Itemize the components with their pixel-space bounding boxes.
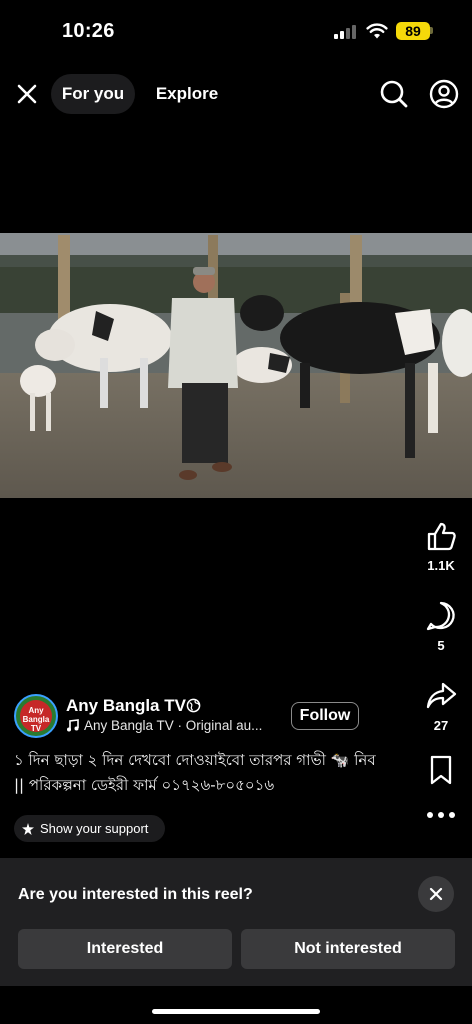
wifi-icon — [366, 23, 388, 39]
video-frame-image — [0, 233, 472, 498]
author-row: Any Bangla TV Any Bangla TV Any Bangla T… — [14, 694, 414, 740]
like-action[interactable]: 1.1K — [418, 520, 464, 573]
more-options-action[interactable] — [418, 810, 464, 820]
comment-icon — [426, 601, 455, 631]
close-button[interactable] — [10, 77, 44, 111]
avatar-logo: Any Bangla TV — [20, 700, 52, 733]
interested-button[interactable]: Interested — [18, 929, 232, 969]
comment-count: 5 — [437, 638, 445, 653]
interest-survey-panel: Are you interested in this reel? Interes… — [0, 858, 472, 986]
status-time: 10:26 — [62, 20, 115, 42]
comment-action[interactable]: 5 — [418, 600, 464, 653]
reel-video[interactable] — [0, 233, 472, 498]
tab-for-you[interactable]: For you — [51, 74, 135, 114]
like-count: 1.1K — [427, 558, 455, 573]
search-icon[interactable] — [378, 78, 410, 110]
show-support-button[interactable]: Show your support — [14, 815, 165, 842]
more-horizontal-icon — [427, 812, 455, 818]
status-bar: 10:26 89 — [0, 0, 472, 62]
caption-line-2: || পরিকল্পনা ডেইরী ফার্ম ০১৭২৬-৮০৫০১৬ — [14, 776, 275, 794]
battery-tip — [430, 27, 433, 34]
top-nav: For you Explore — [0, 72, 472, 116]
share-action[interactable]: 27 — [418, 680, 464, 733]
author-name[interactable]: Any Bangla TV — [66, 696, 186, 716]
caption-line-1: ১ দিন ছাড়া ২ দিন দেখবো দোওয়াইবো তারপর … — [14, 751, 376, 769]
interest-question: Are you interested in this reel? — [18, 886, 253, 903]
profile-icon[interactable] — [428, 78, 460, 110]
cellular-signal-icon — [334, 25, 360, 39]
reel-caption[interactable]: ১ দিন ছাড়া ২ দিন দেখবো দোওয়াইবো তারপর … — [14, 748, 414, 798]
share-arrow-icon — [426, 682, 457, 709]
avatar[interactable]: Any Bangla TV — [14, 694, 58, 738]
gift-sparkle-icon — [22, 822, 34, 835]
audio-label: Any Bangla TV · Original au... — [84, 718, 263, 733]
bookmark-icon — [430, 755, 452, 785]
follow-button[interactable]: Follow — [291, 702, 359, 730]
save-action[interactable] — [418, 754, 464, 786]
home-indicator[interactable] — [152, 1009, 320, 1014]
share-count: 27 — [433, 718, 449, 733]
globe-icon — [186, 698, 201, 713]
close-icon — [429, 887, 443, 901]
battery-level: 89 — [396, 22, 430, 40]
tab-explore[interactable]: Explore — [150, 74, 224, 114]
music-note-icon — [67, 719, 79, 732]
thumbs-up-icon — [427, 522, 456, 551]
dismiss-survey-button[interactable] — [418, 876, 454, 912]
not-interested-button[interactable]: Not interested — [241, 929, 455, 969]
show-support-label: Show your support — [40, 821, 149, 836]
close-icon — [17, 84, 37, 104]
audio-line[interactable]: Any Bangla TV · Original au... — [66, 718, 262, 733]
